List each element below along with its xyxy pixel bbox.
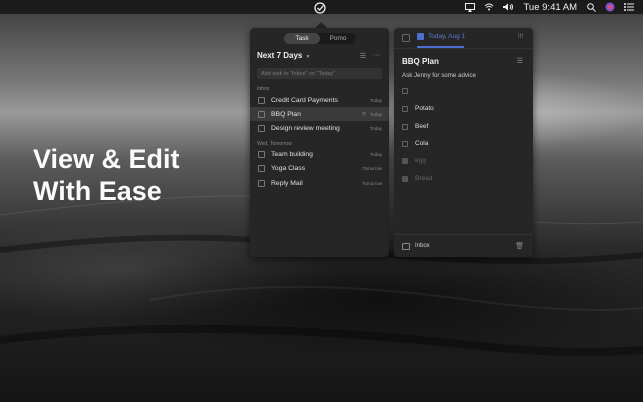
list-name-button[interactable]: Inbox <box>415 243 515 249</box>
task-row[interactable]: Reply Mail Tomorrow <box>250 176 389 190</box>
task-name: Team building <box>271 150 313 158</box>
task-title[interactable]: BBQ Plan <box>402 57 439 66</box>
more-icon[interactable]: ··· <box>373 52 380 60</box>
task-detail-panel: Today, Aug 1 !!! BBQ Plan ☰ Ask Jenny fo… <box>394 28 533 257</box>
tab-pomo[interactable]: Pomo <box>320 33 356 44</box>
inbox-icon <box>402 242 410 250</box>
task-list-panel: Task Pomo Next 7 Days▼ ☰ ··· Inbox Credi… <box>250 28 389 257</box>
task-name: Design review meeting <box>271 124 340 132</box>
subtask-item[interactable] <box>402 88 415 94</box>
due-date-button[interactable]: Today, Aug 1 <box>417 33 465 40</box>
task-checkbox[interactable] <box>258 110 265 118</box>
task-due: Today <box>369 97 382 103</box>
subtask-name: Cola <box>415 140 429 147</box>
subtask-checkbox[interactable] <box>402 88 408 94</box>
search-icon[interactable] <box>587 2 596 12</box>
subtask-item[interactable]: Beef <box>402 123 428 130</box>
priority-icon[interactable]: !!! <box>518 34 523 40</box>
task-checkbox[interactable] <box>258 164 265 172</box>
task-name: Reply Mail <box>271 179 303 187</box>
list-menu-icon[interactable]: ☰ <box>517 57 523 65</box>
hero-line-1: View & Edit <box>33 144 180 174</box>
task-checkbox[interactable] <box>258 179 265 187</box>
subtask-name: egg <box>415 157 426 164</box>
task-description[interactable]: Ask Jenny for some advice <box>402 72 476 79</box>
detail-toolbar: Today, Aug 1 !!! <box>394 28 533 49</box>
task-due: Today <box>369 151 382 157</box>
task-row[interactable]: Credit Card Payments Today <box>250 93 389 107</box>
task-row[interactable]: Team building Today <box>250 147 389 161</box>
task-row[interactable]: Yoga Class Tomorrow <box>250 161 389 175</box>
volume-icon[interactable] <box>503 3 514 11</box>
hero-headline: View & Edit With Ease <box>33 143 180 207</box>
task-name: BBQ Plan <box>271 110 301 118</box>
subtask-name: Bread <box>415 175 433 182</box>
clock-icon: ◷ <box>361 111 366 117</box>
subtask-checkbox[interactable] <box>402 157 408 164</box>
calendar-icon <box>417 33 424 40</box>
due-date-label: Today, Aug 1 <box>428 33 466 40</box>
tab-task[interactable]: Task <box>284 33 320 44</box>
task-checkbox-icon[interactable] <box>402 34 410 42</box>
task-name: Credit Card Payments <box>271 96 338 104</box>
hero-line-2: With Ease <box>33 176 162 206</box>
task-due: Tomorrow <box>362 180 382 186</box>
subtask-checkbox[interactable] <box>402 105 408 112</box>
notification-list-icon[interactable] <box>624 3 634 11</box>
section-header-inbox: Inbox <box>257 86 270 92</box>
task-row-selected[interactable]: BBQ Plan ◷ Today <box>250 107 389 121</box>
airplay-icon[interactable] <box>465 2 476 12</box>
check-circle-icon[interactable] <box>314 1 326 14</box>
task-due: Today <box>369 125 382 131</box>
task-due: Today <box>369 111 382 117</box>
list-title-dropdown[interactable]: Next 7 Days ▼ <box>257 51 310 60</box>
task-row[interactable]: Design review meeting Today <box>250 121 389 135</box>
task-name: Yoga Class <box>271 164 306 172</box>
detail-footer: Inbox 🗑 <box>394 234 533 257</box>
subtask-checkbox[interactable] <box>402 140 408 147</box>
chevron-down-icon: ▼ <box>305 54 311 60</box>
task-checkbox[interactable] <box>258 124 265 132</box>
list-title: Next 7 Days <box>257 51 303 60</box>
subtask-item[interactable]: Cola <box>402 140 428 147</box>
task-due: Tomorrow <box>362 165 382 171</box>
subtask-name: Beef <box>415 123 429 130</box>
task-checkbox[interactable] <box>258 96 265 104</box>
wifi-icon[interactable] <box>484 3 494 11</box>
menu-clock[interactable]: Tue 9:41 AM <box>523 2 577 13</box>
siri-icon[interactable] <box>605 2 615 12</box>
sort-icon[interactable]: ☰ <box>360 52 366 60</box>
mode-segmented-control: Task Pomo <box>284 33 356 44</box>
subtask-item-completed[interactable]: egg <box>402 157 426 164</box>
add-task-input[interactable] <box>257 68 382 79</box>
subtask-checkbox[interactable] <box>402 175 408 182</box>
date-underline <box>417 46 464 48</box>
subtask-item-completed[interactable]: Bread <box>402 175 432 182</box>
subtask-name: Potato <box>415 105 434 112</box>
subtask-item[interactable]: Potato <box>402 105 434 112</box>
subtask-checkbox[interactable] <box>402 123 408 130</box>
task-checkbox[interactable] <box>258 150 265 158</box>
trash-icon[interactable]: 🗑 <box>515 242 524 250</box>
